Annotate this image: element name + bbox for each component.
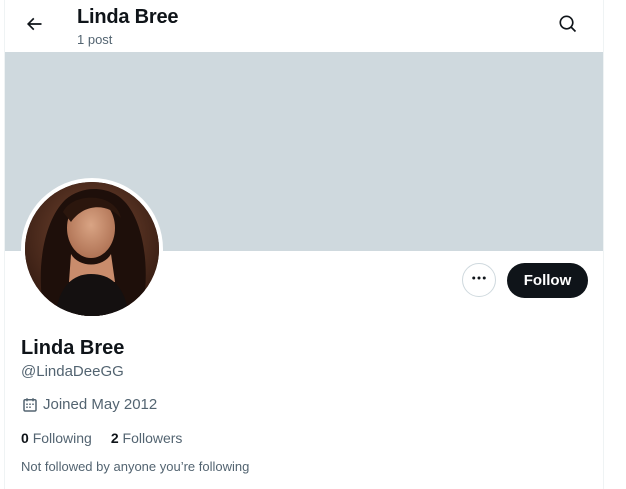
calendar-icon: [21, 396, 39, 414]
following-label: Following: [32, 430, 92, 446]
profile-handle: @LindaDeeGG: [21, 363, 124, 380]
not-followed-note: Not followed by anyone you’re following: [21, 459, 250, 474]
profile-name: Linda Bree: [21, 337, 125, 359]
search-icon: [558, 14, 578, 39]
joined-date: Joined May 2012: [21, 395, 157, 415]
followers-count: 2: [110, 430, 123, 446]
avatar[interactable]: [21, 178, 163, 320]
back-button[interactable]: [17, 9, 51, 43]
more-options-button[interactable]: [462, 263, 496, 297]
profile-header: Linda Bree 1 post: [5, 0, 603, 52]
more-horizontal-icon: [470, 269, 488, 292]
follow-stats: 0 Following 2 Followers: [21, 428, 201, 448]
follow-button[interactable]: Follow: [507, 263, 588, 298]
avatar-photo: [25, 182, 159, 316]
followers-link[interactable]: 2 Followers: [111, 428, 183, 448]
followers-label: Followers: [122, 430, 183, 446]
profile-page: Linda Bree 1 post Follow Linda Bree @Lin…: [4, 0, 604, 489]
following-link[interactable]: 0 Following: [21, 428, 92, 448]
post-count: 1 post: [77, 32, 113, 47]
joined-text: Joined May 2012: [43, 396, 158, 413]
arrow-left-icon: [24, 14, 44, 39]
header-title: Linda Bree: [77, 6, 179, 28]
following-count: 0: [21, 430, 33, 446]
search-button[interactable]: [551, 9, 585, 43]
